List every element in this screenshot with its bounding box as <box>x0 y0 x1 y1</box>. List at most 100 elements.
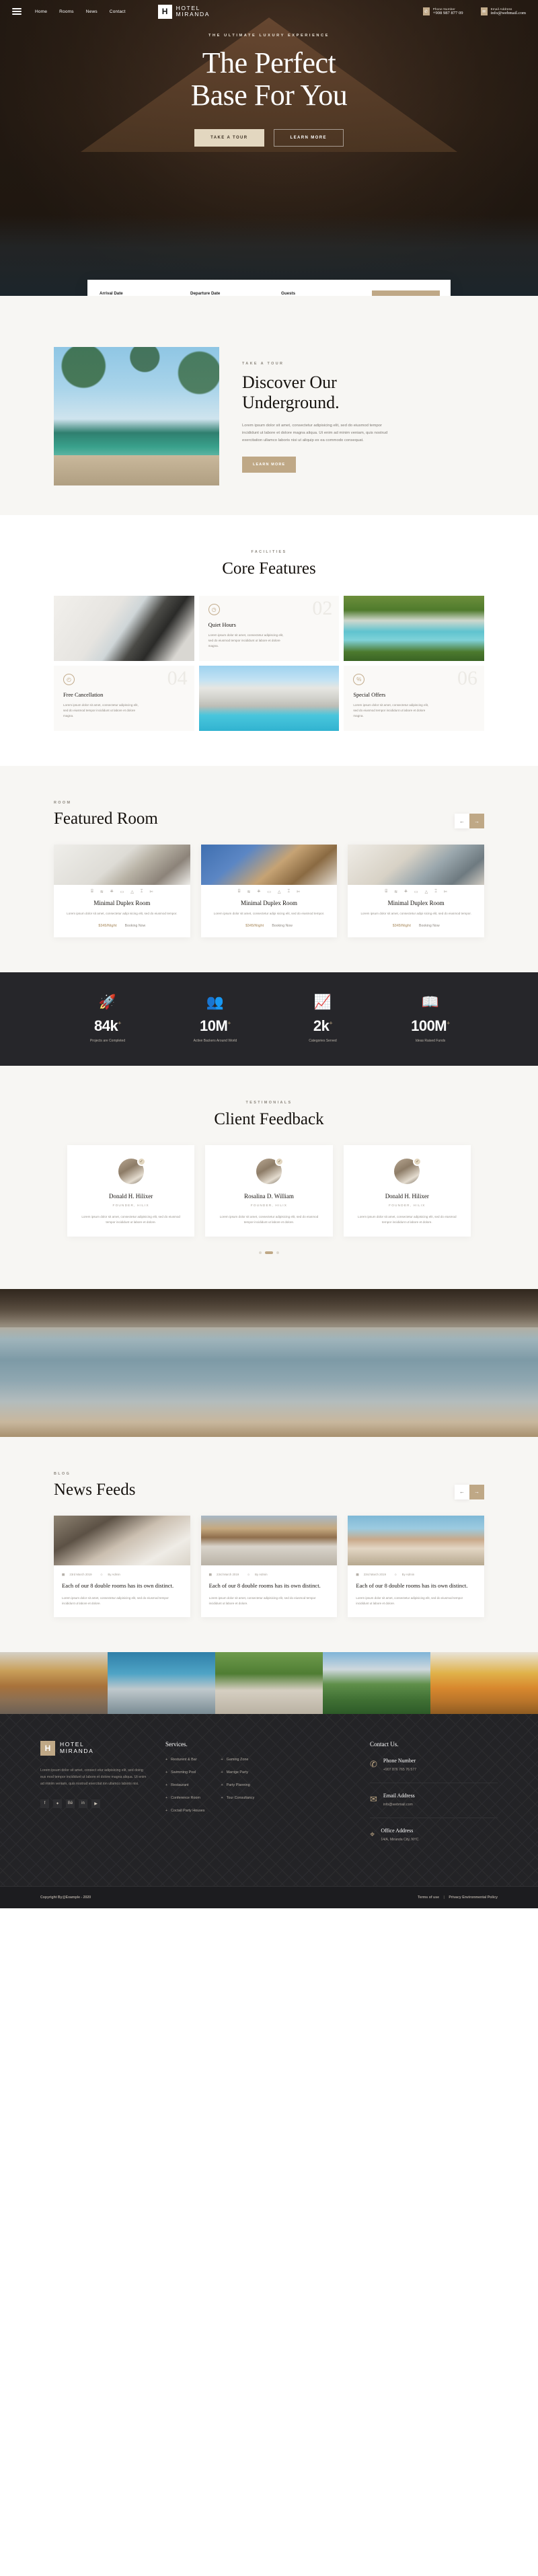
news-next-arrow-icon[interactable]: → <box>469 1484 484 1499</box>
stat-label: Ideas Raised Funds <box>415 1039 446 1043</box>
feature-card-free-cancellation[interactable]: 04 ◴ Free Cancellation Lorem ipsum dolor… <box>54 666 194 731</box>
check-icon: ✓ <box>274 1157 284 1166</box>
pagination-dot-active[interactable] <box>265 1251 273 1254</box>
hero-eyebrow: THE ULTIMATE LUXURY EXPERIENCE <box>208 34 330 38</box>
nav-item-home[interactable]: Home <box>35 9 47 14</box>
footer-link[interactable]: + Swimming Pool <box>165 1770 205 1774</box>
header-phone[interactable]: ✆ Phone Number +908 987 877 09 <box>422 7 463 15</box>
youtube-icon[interactable]: ▶ <box>91 1799 100 1808</box>
news-prev-arrow-icon[interactable]: ← <box>455 1484 469 1499</box>
gallery-item-cocktail[interactable] <box>430 1651 538 1714</box>
testimonials-header: TESTIMONIALS Client Feedback <box>0 1101 538 1129</box>
gallery-item-palm-beach[interactable] <box>323 1651 430 1714</box>
gallery-item-pool-lounge[interactable] <box>108 1651 215 1714</box>
rooms-prev-arrow-icon[interactable]: ← <box>455 814 469 828</box>
room-amenities: ⌸ ≋ ⎈ ▭ △ ⌶ ✄ <box>200 885 338 894</box>
footer-link[interactable]: + Tour Consultancy <box>221 1796 255 1800</box>
feature-number: 06 <box>457 667 477 689</box>
pagination-dot[interactable] <box>259 1251 262 1254</box>
mail-icon: ✉ <box>480 7 488 15</box>
hamburger-icon[interactable] <box>12 8 22 15</box>
footer-link[interactable]: + Marrige Party <box>221 1770 255 1774</box>
main-navigation: Home Rooms News Contact <box>35 9 126 14</box>
take-a-tour-button[interactable]: TAKE A TOUR <box>194 129 264 147</box>
stat-label: Categories Served <box>309 1039 337 1043</box>
news-header: BLOG News Feeds ← → <box>54 1472 484 1499</box>
features-title: Core Features <box>222 559 316 578</box>
footer-logo[interactable]: H HOTEL MIRANDA <box>40 1740 148 1756</box>
core-features-section: FACILITIES Core Features 02 ◷ Quiet Hour… <box>0 515 538 766</box>
gallery-item-palm-resort[interactable] <box>215 1651 323 1714</box>
feature-title: Free Cancellation <box>63 692 104 698</box>
stat-value: 100M+ <box>377 1017 484 1035</box>
news-carousel-controls: ← → <box>455 1484 484 1499</box>
facebook-icon[interactable]: f <box>40 1799 49 1808</box>
nav-item-news[interactable]: News <box>86 9 98 14</box>
gallery-item-tram-street[interactable] <box>0 1651 108 1714</box>
stat-number: 84k <box>94 1017 118 1034</box>
privacy-link[interactable]: Privacy Environmental Policy <box>449 1896 498 1900</box>
user-icon: ☺ <box>393 1573 397 1577</box>
feature-card-special-offers[interactable]: 06 % Special Offers Lorem ipsum dolor si… <box>344 666 484 731</box>
footer-link[interactable]: + Conference Room <box>165 1796 205 1800</box>
wifi-icon: ≋ <box>247 890 251 894</box>
behance-icon[interactable]: Bē <box>66 1799 75 1808</box>
learn-more-button[interactable]: LEARN MORE <box>273 129 344 147</box>
terms-link[interactable]: Terms of use <box>418 1896 439 1900</box>
legal-separator: | <box>443 1895 445 1900</box>
testimonial-card: ✓ Donald H. Hilixer FOUNDER, HILIX Lorem… <box>67 1145 195 1237</box>
feature-card-quiet-hours[interactable]: 02 ◷ Quiet Hours Lorem ipsum dolor sit a… <box>198 596 340 661</box>
user-icon: ☺ <box>247 1573 250 1577</box>
ac-icon: △ <box>424 890 428 894</box>
hero-section: Home Rooms News Contact H HOTEL MIRANDA … <box>0 0 538 296</box>
room-booking-link[interactable]: Booking Now <box>419 924 440 928</box>
footer-link[interactable]: + Resturent & Bar <box>165 1758 205 1762</box>
room-card[interactable]: ⌸ ≋ ⎈ ▭ △ ⌶ ✄ Minimal Duplex Room Lorem ips… <box>200 845 338 937</box>
footer-email[interactable]: ✉ Email Address info@webmail.com <box>370 1793 498 1818</box>
twitter-icon[interactable]: ✦ <box>53 1799 62 1808</box>
discover-section: TAKE A TOUR Discover Our Underground. Lo… <box>0 296 538 515</box>
room-booking-link[interactable]: Booking Now <box>272 924 293 928</box>
footer-address[interactable]: ⌖ Office Address 14/A, Miranda City, NYC <box>370 1828 498 1852</box>
nav-item-contact[interactable]: Contact <box>110 9 126 14</box>
stat-number: 2k <box>313 1017 330 1034</box>
core-features-header: FACILITIES Core Features <box>0 550 538 578</box>
footer-about-column: H HOTEL MIRANDA Lorem ipsum dolor sit am… <box>40 1740 148 1862</box>
room-card[interactable]: ⌸ ≋ ⎈ ▭ △ ⌶ ✄ Minimal Duplex Room Lorem ips… <box>348 845 484 937</box>
news-card[interactable]: ▤ 23rd March 2019 ☺ By Admin Each of our… <box>200 1515 338 1617</box>
linkedin-icon[interactable]: in <box>79 1799 87 1808</box>
discover-learn-more-button[interactable]: LEARN MORE <box>242 457 297 473</box>
nav-item-rooms[interactable]: Rooms <box>59 9 74 14</box>
plus-icon: + <box>165 1757 168 1762</box>
pool-banner-image <box>0 1288 538 1437</box>
header-email[interactable]: ✉ Email Address info@webmail.com <box>480 7 526 15</box>
news-card[interactable]: ▤ 23rd March 2019 ☺ By Admin Each of our… <box>348 1515 484 1617</box>
footer-link[interactable]: + Gaming Zone <box>221 1758 255 1762</box>
featured-room-header: ROOM Featured Room ← → <box>54 801 484 828</box>
footer-link[interactable]: + Party Planning <box>221 1783 255 1787</box>
testimonial-quote: Lorem ipsum dolor sit amet, consectetur … <box>358 1215 457 1224</box>
header-email-value: info@webmail.com <box>490 11 526 15</box>
bed-icon: ⌸ <box>91 890 93 894</box>
ac-icon: △ <box>130 890 134 894</box>
check-availability-button[interactable]: CHECK AVAILABILITY <box>372 290 440 296</box>
calendar-icon: ▤ <box>62 1572 65 1576</box>
footer-phone[interactable]: ✆ Phone Number +907 876 765 76 577 <box>370 1758 498 1783</box>
feature-image-stairs <box>54 596 194 661</box>
footer-phone-value: +907 876 765 76 577 <box>383 1767 417 1772</box>
bath-icon: ⎈ <box>404 890 408 894</box>
pagination-dot[interactable] <box>276 1251 279 1254</box>
footer-link[interactable]: + Restaurant <box>165 1783 205 1787</box>
footer-contact-column: Contact Us. ✆ Phone Number +907 876 765 … <box>370 1741 498 1862</box>
room-amenities: ⌸ ≋ ⎈ ▭ △ ⌶ ✄ <box>348 885 484 894</box>
room-price: $345/Night <box>392 924 411 928</box>
room-booking-link[interactable]: Booking Now <box>125 924 146 928</box>
footer-address-value: 14/A, Miranda City, NYC <box>381 1837 419 1842</box>
site-logo[interactable]: H HOTEL MIRANDA <box>157 4 210 19</box>
news-card[interactable]: ▤ 23rd March 2019 ☺ By Admin Each of our… <box>54 1515 190 1617</box>
stat-number: 100M <box>411 1017 447 1034</box>
copyright-text: Copyright By@Example - 2020 <box>40 1895 91 1900</box>
footer-link[interactable]: + Coctail Party Houses <box>165 1809 205 1813</box>
rooms-next-arrow-icon[interactable]: → <box>469 814 484 828</box>
room-card[interactable]: ⌸ ≋ ⎈ ▭ △ ⌶ ✄ Minimal Duplex Room Lorem ips… <box>54 845 190 937</box>
